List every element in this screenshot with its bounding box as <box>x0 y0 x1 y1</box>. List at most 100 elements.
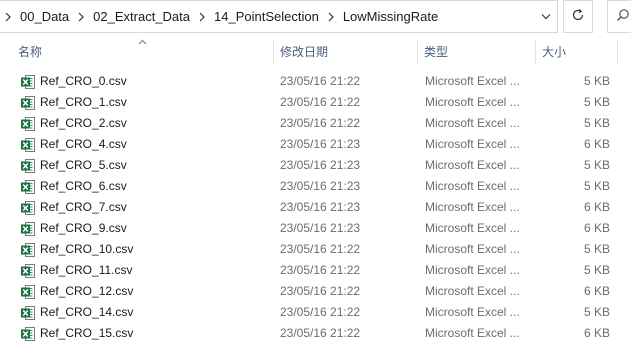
file-row[interactable]: Ref_CRO_1.csv 23/05/16 21:22 Microsoft Exc… <box>0 92 631 113</box>
file-type: Microsoft Excel ... <box>425 95 520 109</box>
file-modified-date: 23/05/16 21:22 <box>280 326 361 340</box>
column-divider[interactable] <box>617 40 618 64</box>
chevron-right-icon[interactable] <box>2 11 14 23</box>
excel-csv-icon <box>20 158 36 174</box>
file-name: Ref_CRO_0.csv <box>40 74 127 88</box>
column-header-type[interactable]: 类型 <box>418 40 534 64</box>
file-size: 5 KB <box>583 242 610 256</box>
file-size: 5 KB <box>583 74 610 88</box>
file-modified-date: 23/05/16 21:23 <box>280 200 361 214</box>
file-name: Ref_CRO_1.csv <box>40 95 127 109</box>
chevron-down-icon[interactable] <box>535 1 557 32</box>
file-modified-date: 23/05/16 21:22 <box>280 284 361 298</box>
excel-csv-icon <box>20 305 36 321</box>
file-size: 5 KB <box>583 305 610 319</box>
excel-csv-icon <box>20 326 36 342</box>
file-size: 5 KB <box>583 263 610 277</box>
file-list: Ref_CRO_0.csv 23/05/16 21:22 Microsoft Exc… <box>0 71 631 344</box>
excel-csv-icon <box>20 137 36 153</box>
file-row[interactable]: Ref_CRO_10.csv 23/05/16 21:22 Microsoft Ex… <box>0 239 631 260</box>
file-type: Microsoft Excel ... <box>425 284 520 298</box>
excel-csv-icon <box>20 116 36 132</box>
file-row[interactable]: Ref_CRO_6.csv 23/05/16 21:23 Microsoft Exc… <box>0 176 631 197</box>
file-type: Microsoft Excel ... <box>425 263 520 277</box>
file-row[interactable]: Ref_CRO_0.csv 23/05/16 21:22 Microsoft Exc… <box>0 71 631 92</box>
breadcrumb-item-14-pointselection[interactable]: 14_PointSelection <box>208 9 325 24</box>
file-name: Ref_CRO_7.csv <box>40 200 127 214</box>
search-input[interactable] <box>607 0 631 33</box>
file-size: 6 KB <box>583 326 610 340</box>
excel-csv-icon <box>20 200 36 216</box>
file-name: Ref_CRO_5.csv <box>40 158 127 172</box>
file-modified-date: 23/05/16 21:23 <box>280 179 361 193</box>
file-name: Ref_CRO_9.csv <box>40 221 127 235</box>
file-modified-date: 23/05/16 21:23 <box>280 137 361 151</box>
file-type: Microsoft Excel ... <box>425 74 520 88</box>
file-type: Microsoft Excel ... <box>425 221 520 235</box>
excel-csv-icon <box>20 221 36 237</box>
file-modified-date: 23/05/16 21:22 <box>280 305 361 319</box>
file-row[interactable]: Ref_CRO_11.csv 23/05/16 21:22 Microsoft Ex… <box>0 260 631 281</box>
file-modified-date: 23/05/16 21:22 <box>280 263 361 277</box>
file-type: Microsoft Excel ... <box>425 242 520 256</box>
file-size: 5 KB <box>583 95 610 109</box>
file-name: Ref_CRO_14.csv <box>40 305 134 319</box>
excel-csv-icon <box>20 95 36 111</box>
file-type: Microsoft Excel ... <box>425 158 520 172</box>
file-size: 6 KB <box>583 200 610 214</box>
file-type: Microsoft Excel ... <box>425 116 520 130</box>
file-name: Ref_CRO_4.csv <box>40 137 127 151</box>
file-row[interactable]: Ref_CRO_4.csv 23/05/16 21:23 Microsoft Exc… <box>0 134 631 155</box>
file-row[interactable]: Ref_CRO_2.csv 23/05/16 21:22 Microsoft Exc… <box>0 113 631 134</box>
file-name: Ref_CRO_10.csv <box>40 242 134 256</box>
file-name: Ref_CRO_15.csv <box>40 326 134 340</box>
file-size: 5 KB <box>583 179 610 193</box>
file-name: Ref_CRO_12.csv <box>40 284 134 298</box>
file-modified-date: 23/05/16 21:22 <box>280 242 361 256</box>
file-modified-date: 23/05/16 21:22 <box>280 74 361 88</box>
breadcrumb-item-02-extract-data[interactable]: 02_Extract_Data <box>87 9 196 24</box>
file-size: 5 KB <box>583 158 610 172</box>
breadcrumb-item-00-data[interactable]: 00_Data <box>14 9 75 24</box>
file-type: Microsoft Excel ... <box>425 200 520 214</box>
refresh-button[interactable] <box>563 0 593 33</box>
refresh-icon <box>571 8 585 25</box>
breadcrumb-item-lowmissingrate[interactable]: LowMissingRate <box>337 9 444 24</box>
file-row[interactable]: Ref_CRO_12.csv 23/05/16 21:22 Microsoft Ex… <box>0 281 631 302</box>
file-row[interactable]: Ref_CRO_14.csv 23/05/16 21:22 Microsoft Ex… <box>0 302 631 323</box>
column-header-name[interactable]: 名称 <box>12 40 272 64</box>
file-modified-date: 23/05/16 21:22 <box>280 95 361 109</box>
column-header-size[interactable]: 大小 <box>536 40 616 64</box>
file-row[interactable]: Ref_CRO_5.csv 23/05/16 21:23 Microsoft Exc… <box>0 155 631 176</box>
excel-csv-icon <box>20 284 36 300</box>
file-modified-date: 23/05/16 21:22 <box>280 116 361 130</box>
excel-csv-icon <box>20 263 36 279</box>
file-size: 5 KB <box>583 116 610 130</box>
file-size: 6 KB <box>583 137 610 151</box>
excel-csv-icon <box>20 242 36 258</box>
breadcrumb: 00_Data 02_Extract_Data 14_PointSelectio… <box>0 9 535 24</box>
file-name: Ref_CRO_11.csv <box>40 263 133 277</box>
file-size: 6 KB <box>583 284 610 298</box>
chevron-right-icon[interactable] <box>75 11 87 23</box>
file-type: Microsoft Excel ... <box>425 326 520 340</box>
file-row[interactable]: Ref_CRO_7.csv 23/05/16 21:23 Microsoft Exc… <box>0 197 631 218</box>
column-header-date[interactable]: 修改日期 <box>274 40 416 64</box>
file-type: Microsoft Excel ... <box>425 305 520 319</box>
column-header-row: 名称 修改日期 类型 大小 <box>0 39 631 66</box>
file-name: Ref_CRO_2.csv <box>40 116 127 130</box>
address-bar[interactable]: 00_Data 02_Extract_Data 14_PointSelectio… <box>0 0 558 33</box>
file-row[interactable]: Ref_CRO_9.csv 23/05/16 21:23 Microsoft Exc… <box>0 218 631 239</box>
file-modified-date: 23/05/16 21:23 <box>280 158 361 172</box>
file-row[interactable]: Ref_CRO_15.csv 23/05/16 21:22 Microsoft Ex… <box>0 323 631 344</box>
excel-csv-icon <box>20 74 36 90</box>
file-modified-date: 23/05/16 21:23 <box>280 221 361 235</box>
file-type: Microsoft Excel ... <box>425 137 520 151</box>
chevron-right-icon[interactable] <box>325 11 337 23</box>
excel-csv-icon <box>20 179 36 195</box>
file-name: Ref_CRO_6.csv <box>40 179 127 193</box>
search-icon <box>616 8 630 25</box>
file-type: Microsoft Excel ... <box>425 179 520 193</box>
file-size: 6 KB <box>583 221 610 235</box>
chevron-right-icon[interactable] <box>196 11 208 23</box>
